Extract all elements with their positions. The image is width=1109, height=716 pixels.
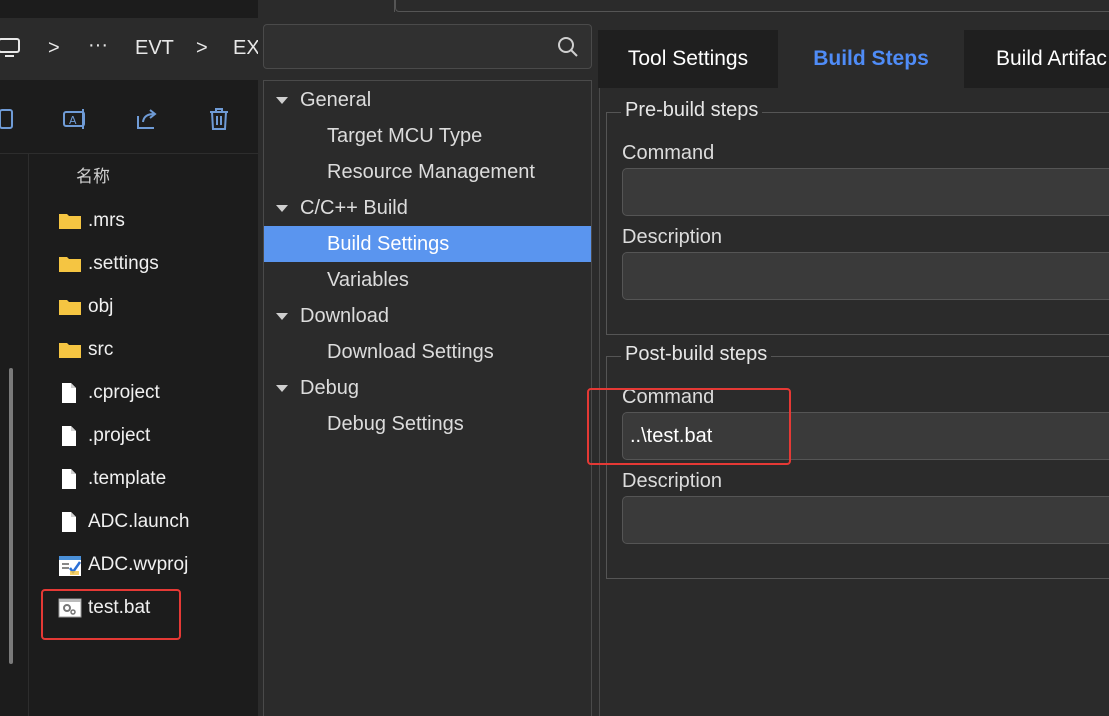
- expand-arrow-icon[interactable]: [276, 385, 288, 392]
- description-label: Description: [622, 226, 723, 248]
- breadcrumb-more-button[interactable]: ···: [88, 31, 108, 59]
- folder-icon: [58, 253, 81, 275]
- annotation-highlight-box: [41, 589, 181, 640]
- breadcrumb-item-evt[interactable]: EVT: [135, 34, 174, 62]
- folder-icon: [58, 339, 81, 361]
- file-explorer: > ··· EVT > EX A 名称 .mrs .settings obj s…: [0, 0, 260, 716]
- tree-item-build-settings[interactable]: Build Settings: [264, 226, 591, 262]
- tree-item-label: Debug Settings: [327, 413, 464, 435]
- list-item[interactable]: .project: [56, 419, 236, 453]
- navigation-pane-scrollbar[interactable]: [9, 368, 13, 664]
- tree-item-debug-settings[interactable]: Debug Settings: [264, 406, 591, 442]
- tree-group-label: General: [300, 89, 372, 111]
- search-icon[interactable]: [557, 36, 579, 58]
- tree-group-label: Download: [300, 305, 389, 327]
- list-item[interactable]: ADC.wvproj: [56, 548, 236, 582]
- file-name: obj: [88, 296, 114, 317]
- tree-group-cpp-build[interactable]: C/C++ Build: [264, 190, 591, 226]
- filter-search-input[interactable]: [263, 24, 592, 69]
- file-name: ADC.wvproj: [88, 554, 189, 575]
- settings-panel: Tool Settings Build Steps Build Artifac …: [395, 0, 1109, 716]
- pre-build-steps-group: Pre-build steps Command Description: [606, 99, 1109, 335]
- folder-icon: [58, 210, 81, 232]
- top-input-field[interactable]: [395, 0, 1109, 12]
- tree-group-general[interactable]: General: [264, 82, 591, 118]
- folder-icon: [58, 296, 81, 318]
- file-icon: [58, 511, 80, 533]
- tree-item-label: Build Settings: [327, 233, 450, 255]
- tree-item-variables[interactable]: Variables: [264, 262, 591, 298]
- settings-tree: General Target MCU Type Resource Managem…: [263, 80, 592, 716]
- tree-item-target-mcu-type[interactable]: Target MCU Type: [264, 118, 591, 154]
- list-item[interactable]: .mrs: [56, 204, 236, 238]
- svg-text:A: A: [69, 114, 77, 127]
- group-title: Post-build steps: [621, 343, 772, 366]
- breadcrumb-item-ex[interactable]: EX: [233, 34, 260, 62]
- tree-item-label: Variables: [327, 269, 409, 291]
- tab-build-artifact[interactable]: Build Artifac: [964, 30, 1109, 88]
- project-file-icon: [58, 554, 82, 576]
- tree-group-label: C/C++ Build: [300, 197, 408, 219]
- post-build-description-input[interactable]: [622, 496, 1109, 544]
- expand-arrow-icon[interactable]: [276, 97, 288, 104]
- tree-item-download-settings[interactable]: Download Settings: [264, 334, 591, 370]
- breadcrumb-separator: >: [196, 37, 208, 59]
- breadcrumb-separator: >: [48, 37, 60, 59]
- list-item[interactable]: .template: [56, 462, 236, 496]
- tree-item-label: Resource Management: [327, 161, 535, 183]
- file-name: .settings: [88, 253, 159, 274]
- list-item[interactable]: ADC.launch: [56, 505, 236, 539]
- settings-tabs: Tool Settings Build Steps Build Artifac: [598, 30, 1109, 88]
- file-name: ADC.launch: [88, 511, 190, 532]
- list-item[interactable]: obj: [56, 290, 236, 324]
- tab-tool-settings[interactable]: Tool Settings: [598, 30, 778, 88]
- share-icon[interactable]: [134, 106, 160, 132]
- expand-arrow-icon[interactable]: [276, 205, 288, 212]
- tree-group-download[interactable]: Download: [264, 298, 591, 334]
- file-name: .project: [88, 425, 151, 446]
- file-icon: [58, 425, 80, 447]
- rename-icon[interactable]: A: [62, 106, 88, 132]
- expand-arrow-icon[interactable]: [276, 313, 288, 320]
- tree-group-label: Debug: [300, 377, 359, 399]
- pre-build-command-input[interactable]: [622, 168, 1109, 216]
- pre-build-description-input[interactable]: [622, 252, 1109, 300]
- list-item[interactable]: .settings: [56, 247, 236, 281]
- tree-group-debug[interactable]: Debug: [264, 370, 591, 406]
- copy-icon[interactable]: [0, 106, 18, 132]
- settings-navigation-pane: General Target MCU Type Resource Managem…: [258, 0, 598, 716]
- breadcrumb: > ··· EVT > EX: [0, 18, 260, 80]
- command-label: Command: [622, 142, 715, 164]
- file-icon: [58, 468, 80, 490]
- tree-item-label: Download Settings: [327, 341, 494, 363]
- file-name: src: [88, 339, 114, 360]
- list-item[interactable]: .cproject: [56, 376, 236, 410]
- tab-build-steps[interactable]: Build Steps: [778, 30, 964, 88]
- delete-icon[interactable]: [206, 106, 232, 132]
- tree-item-resource-management[interactable]: Resource Management: [264, 154, 591, 190]
- file-name: .cproject: [88, 382, 160, 403]
- column-header-name[interactable]: 名称: [76, 162, 110, 187]
- annotation-highlight-box: [587, 388, 791, 465]
- top-bar: [395, 0, 1109, 18]
- file-icon: [58, 382, 80, 404]
- navigation-pane-divider[interactable]: [28, 154, 29, 716]
- file-name: .mrs: [88, 210, 125, 231]
- explorer-toolbar: A: [0, 80, 258, 154]
- file-name: .template: [88, 468, 167, 489]
- group-title: Pre-build steps: [621, 99, 763, 122]
- tree-item-label: Target MCU Type: [327, 125, 483, 147]
- list-item[interactable]: src: [56, 333, 236, 367]
- this-pc-icon[interactable]: [0, 36, 22, 68]
- description-label: Description: [622, 470, 723, 492]
